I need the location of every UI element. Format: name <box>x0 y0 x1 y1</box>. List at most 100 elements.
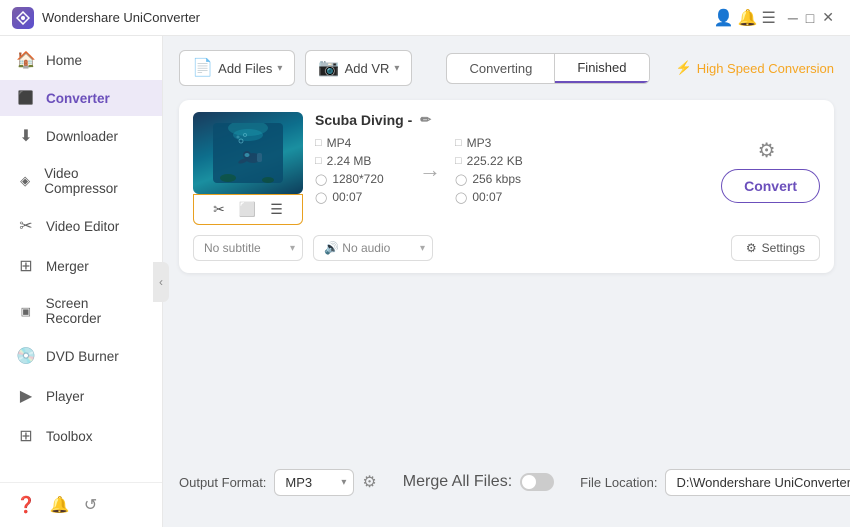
file-title-edit-icon[interactable]: ✏ <box>420 112 431 128</box>
file-card: ✂ ⬜ ☰ Scuba Diving - ✏ <box>179 100 834 273</box>
dvd-icon: 💿 <box>16 346 36 366</box>
user-button[interactable]: 👤 <box>714 8 734 28</box>
sidebar-item-label: DVD Burner <box>46 349 119 364</box>
input-duration-item: ◯ 00:07 <box>315 190 405 204</box>
toolbar: 📄 Add Files ▾ 📷 Add VR ▾ Converting Fini… <box>179 50 834 86</box>
tab-finished[interactable]: Finished <box>555 54 648 83</box>
editor-icon: ✂ <box>16 216 36 236</box>
file-location-select[interactable]: D:\Wondershare UniConverter <box>665 469 850 496</box>
file-card-bottom: No subtitle 🔊 No audio ⚙ Settings <box>193 233 820 261</box>
sidebar-item-converter[interactable]: ⬛ Converter <box>0 80 162 116</box>
sidebar-item-label: Screen Recorder <box>46 296 146 326</box>
tab-group: Converting Finished <box>446 53 649 84</box>
output-format-select-wrap: MP3 <box>274 469 354 496</box>
out-duration-icon: ◯ <box>455 191 467 204</box>
sidebar-item-label: Downloader <box>46 129 118 144</box>
subtitle-select[interactable]: No subtitle <box>193 235 303 261</box>
sidebar-item-player[interactable]: ▶ Player <box>0 376 162 416</box>
crop-button[interactable]: ⬜ <box>235 200 260 219</box>
file-card-top: ✂ ⬜ ☰ Scuba Diving - ✏ <box>193 112 820 225</box>
compressor-icon: ◈ <box>16 173 34 189</box>
output-format-field: Output Format: MP3 ⚙ <box>179 469 377 496</box>
help-icon[interactable]: ❓ <box>16 495 36 515</box>
output-size: 225.22 KB <box>467 154 523 168</box>
downloader-icon: ⬇ <box>16 126 36 146</box>
titlebar: Wondershare UniConverter 👤 🔔 ☰ ─ □ ✕ <box>0 0 850 36</box>
tab-converting[interactable]: Converting <box>447 54 555 83</box>
sidebar-bottom: ❓ 🔔 ↺ <box>0 482 162 527</box>
app-title: Wondershare UniConverter <box>42 10 714 25</box>
output-bitrate: 256 kbps <box>472 172 521 186</box>
output-format-select[interactable]: MP3 <box>274 469 354 496</box>
duration-icon: ◯ <box>315 191 327 204</box>
sidebar-item-video-editor[interactable]: ✂ Video Editor <box>0 206 162 246</box>
out-size-icon: □ <box>455 155 462 167</box>
file-location-select-wrap: D:\Wondershare UniConverter <box>665 469 850 496</box>
app-logo <box>12 7 34 29</box>
input-format: MP4 <box>327 136 352 150</box>
thumbnail-controls: ✂ ⬜ ☰ <box>193 194 303 225</box>
convert-button[interactable]: Convert <box>721 169 820 203</box>
thumbnail-image <box>213 123 283 183</box>
effects-button[interactable]: ☰ <box>266 200 287 219</box>
file-meta-row: □ MP4 □ 2.24 MB ◯ 1280*720 <box>315 136 820 204</box>
high-speed-badge: ⚡ High Speed Conversion <box>676 60 835 76</box>
format-icon: □ <box>315 137 322 149</box>
add-vr-button[interactable]: 📷 Add VR ▾ <box>305 50 412 86</box>
merge-toggle[interactable] <box>520 473 554 491</box>
subtitle-wrap: No subtitle <box>193 235 303 261</box>
output-meta: □ MP3 □ 225.22 KB ◯ 256 kbps <box>455 136 555 204</box>
sidebar-item-label: Merger <box>46 259 89 274</box>
add-files-button[interactable]: 📄 Add Files ▾ <box>179 50 295 86</box>
refresh-icon[interactable]: ↺ <box>84 495 97 515</box>
input-resolution: 1280*720 <box>332 172 383 186</box>
audio-select[interactable]: 🔊 No audio <box>313 235 433 261</box>
high-speed-label: High Speed Conversion <box>697 61 834 76</box>
output-size-item: □ 225.22 KB <box>455 154 555 168</box>
bottom-bar: Output Format: MP3 ⚙ Merge All Files: Fi… <box>179 445 834 513</box>
sidebar: 🏠 Home ⬛ Converter ⬇ Downloader ◈ Video … <box>0 36 163 527</box>
player-icon: ▶ <box>16 386 36 406</box>
output-format: MP3 <box>467 136 492 150</box>
input-duration: 00:07 <box>332 190 362 204</box>
merge-section: Merge All Files: <box>403 473 554 491</box>
out-bitrate-icon: ◯ <box>455 173 467 186</box>
bell-icon[interactable]: 🔔 <box>50 495 70 515</box>
sidebar-item-label: Home <box>46 53 82 68</box>
audio-wrap: 🔊 No audio <box>313 235 433 261</box>
file-title-row: Scuba Diving - ✏ <box>315 112 820 128</box>
sidebar-collapse-button[interactable]: ‹ <box>153 262 169 302</box>
add-vr-icon: 📷 <box>318 58 339 78</box>
app-body: 🏠 Home ⬛ Converter ⬇ Downloader ◈ Video … <box>0 36 850 527</box>
add-files-dropdown-icon: ▾ <box>277 63 282 74</box>
sidebar-item-label: Video Editor <box>46 219 119 234</box>
sidebar-item-screen-recorder[interactable]: ▣ Screen Recorder <box>0 286 162 336</box>
settings-label: Settings <box>762 241 805 255</box>
sidebar-item-dvd-burner[interactable]: 💿 DVD Burner <box>0 336 162 376</box>
settings-button[interactable]: ⚙ Settings <box>731 235 820 261</box>
edit-settings-button[interactable]: ⚙ <box>758 138 776 163</box>
sidebar-item-toolbox[interactable]: ⊞ Toolbox <box>0 416 162 456</box>
format-settings-button[interactable]: ⚙ <box>362 472 376 492</box>
sidebar-item-downloader[interactable]: ⬇ Downloader <box>0 116 162 156</box>
out-format-icon: □ <box>455 137 462 149</box>
sidebar-item-video-compressor[interactable]: ◈ Video Compressor <box>0 156 162 206</box>
minimize-button[interactable]: ─ <box>784 10 802 26</box>
menu-button[interactable]: ☰ <box>762 8 776 28</box>
notification-button[interactable]: 🔔 <box>738 8 758 28</box>
converter-icon: ⬛ <box>16 90 36 106</box>
add-vr-label: Add VR <box>345 61 390 76</box>
cut-button[interactable]: ✂ <box>209 200 229 219</box>
add-vr-dropdown-icon: ▾ <box>394 63 399 74</box>
sidebar-item-merger[interactable]: ⊞ Merger <box>0 246 162 286</box>
sidebar-item-home[interactable]: 🏠 Home <box>0 40 162 80</box>
close-button[interactable]: ✕ <box>818 9 838 26</box>
output-duration: 00:07 <box>472 190 502 204</box>
thumbnail-wrap: ✂ ⬜ ☰ <box>193 112 303 225</box>
input-meta: □ MP4 □ 2.24 MB ◯ 1280*720 <box>315 136 405 204</box>
input-size-item: □ 2.24 MB <box>315 154 405 168</box>
maximize-button[interactable]: □ <box>802 10 818 26</box>
input-size: 2.24 MB <box>327 154 372 168</box>
file-location-field: File Location: D:\Wondershare UniConvert… <box>580 469 850 496</box>
merge-label: Merge All Files: <box>403 473 512 491</box>
